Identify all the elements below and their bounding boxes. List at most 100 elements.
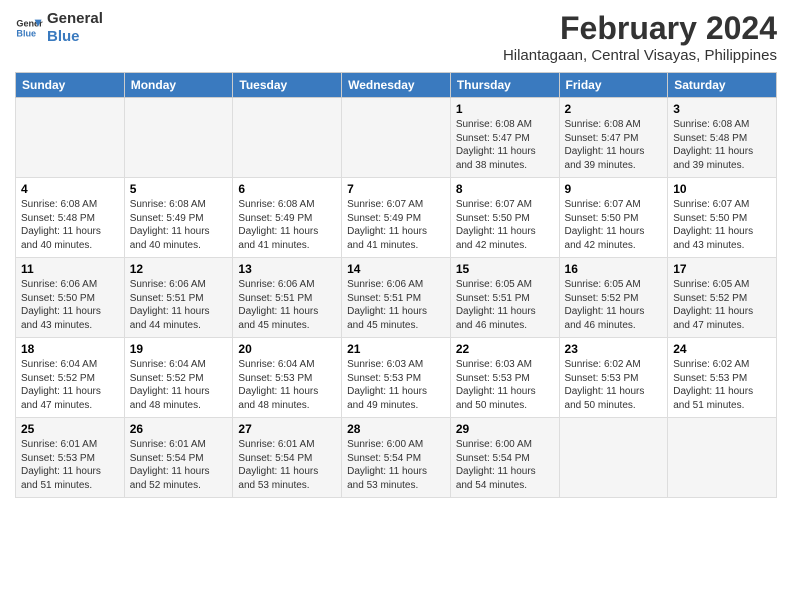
logo-wordmark: General Blue	[47, 10, 103, 46]
day-info: Sunrise: 6:06 AMSunset: 5:50 PMDaylight:…	[21, 278, 119, 332]
calendar-week-5: 25 Sunrise: 6:01 AMSunset: 5:53 PMDayligh…	[16, 418, 777, 498]
calendar-cell: 29 Sunrise: 6:00 AMSunset: 5:54 PMDayligh…	[450, 418, 559, 498]
day-number: 29	[456, 422, 554, 436]
day-number: 1	[456, 102, 554, 116]
day-info: Sunrise: 6:04 AMSunset: 5:52 PMDaylight:…	[21, 358, 119, 412]
day-number: 25	[21, 422, 119, 436]
day-info: Sunrise: 6:05 AMSunset: 5:51 PMDaylight:…	[456, 278, 554, 332]
day-info: Sunrise: 6:08 AMSunset: 5:49 PMDaylight:…	[130, 198, 228, 252]
calendar-cell: 3 Sunrise: 6:08 AMSunset: 5:48 PMDaylight…	[668, 98, 777, 178]
day-number: 15	[456, 262, 554, 276]
calendar-cell	[668, 418, 777, 498]
calendar-table: SundayMondayTuesdayWednesdayThursdayFrid…	[15, 72, 777, 498]
day-number: 23	[565, 342, 663, 356]
calendar-cell: 26Sunrise: 6:01 AMSunset: 5:54 PMDayligh…	[124, 418, 233, 498]
calendar-cell	[124, 98, 233, 178]
day-number: 20	[238, 342, 336, 356]
calendar-cell: 2 Sunrise: 6:08 AMSunset: 5:47 PMDaylight…	[559, 98, 668, 178]
calendar-cell: 14Sunrise: 6:06 AMSunset: 5:51 PMDayligh…	[342, 258, 451, 338]
calendar-cell: 23 Sunrise: 6:02 AMSunset: 5:53 PMDayligh…	[559, 338, 668, 418]
calendar-cell: 22Sunrise: 6:03 AMSunset: 5:53 PMDayligh…	[450, 338, 559, 418]
calendar-cell: 24 Sunrise: 6:02 AMSunset: 5:53 PMDayligh…	[668, 338, 777, 418]
day-info: Sunrise: 6:07 AMSunset: 5:50 PMDaylight:…	[673, 198, 771, 252]
day-info: Sunrise: 6:00 AMSunset: 5:54 PMDaylight:…	[456, 438, 554, 492]
day-info: Sunrise: 6:08 AMSunset: 5:47 PMDaylight:…	[456, 118, 554, 172]
calendar-cell: 15 Sunrise: 6:05 AMSunset: 5:51 PMDayligh…	[450, 258, 559, 338]
logo-icon: General Blue	[15, 14, 43, 42]
calendar-cell: 12 Sunrise: 6:06 AMSunset: 5:51 PMDayligh…	[124, 258, 233, 338]
day-number: 26	[130, 422, 228, 436]
day-info: Sunrise: 6:07 AMSunset: 5:49 PMDaylight:…	[347, 198, 445, 252]
calendar-cell: 21Sunrise: 6:03 AMSunset: 5:53 PMDayligh…	[342, 338, 451, 418]
calendar-cell: 13 Sunrise: 6:06 AMSunset: 5:51 PMDayligh…	[233, 258, 342, 338]
calendar-cell	[559, 418, 668, 498]
day-number: 27	[238, 422, 336, 436]
calendar-cell	[233, 98, 342, 178]
logo: General Blue General Blue	[15, 10, 103, 46]
calendar-cell: 27 Sunrise: 6:01 AMSunset: 5:54 PMDayligh…	[233, 418, 342, 498]
calendar-cell: 25 Sunrise: 6:01 AMSunset: 5:53 PMDayligh…	[16, 418, 125, 498]
svg-text:Blue: Blue	[16, 28, 36, 38]
day-info: Sunrise: 6:05 AMSunset: 5:52 PMDaylight:…	[673, 278, 771, 332]
subtitle: Hilantagaan, Central Visayas, Philippine…	[503, 47, 777, 64]
calendar-cell: 1 Sunrise: 6:08 AMSunset: 5:47 PMDaylight…	[450, 98, 559, 178]
day-number: 6	[238, 182, 336, 196]
day-header-sunday: Sunday	[16, 73, 125, 98]
day-info: Sunrise: 6:06 AMSunset: 5:51 PMDaylight:…	[347, 278, 445, 332]
day-number: 16	[565, 262, 663, 276]
day-number: 7	[347, 182, 445, 196]
day-info: Sunrise: 6:08 AMSunset: 5:49 PMDaylight:…	[238, 198, 336, 252]
day-info: Sunrise: 6:02 AMSunset: 5:53 PMDaylight:…	[565, 358, 663, 412]
calendar-cell: 28Sunrise: 6:00 AMSunset: 5:54 PMDayligh…	[342, 418, 451, 498]
calendar-cell: 7 Sunrise: 6:07 AMSunset: 5:49 PMDaylight…	[342, 178, 451, 258]
calendar-cell: 20 Sunrise: 6:04 AMSunset: 5:53 PMDayligh…	[233, 338, 342, 418]
day-number: 19	[130, 342, 228, 356]
day-number: 12	[130, 262, 228, 276]
day-info: Sunrise: 6:03 AMSunset: 5:53 PMDaylight:…	[456, 358, 554, 412]
calendar-cell: 5 Sunrise: 6:08 AMSunset: 5:49 PMDaylight…	[124, 178, 233, 258]
day-info: Sunrise: 6:06 AMSunset: 5:51 PMDaylight:…	[130, 278, 228, 332]
day-header-wednesday: Wednesday	[342, 73, 451, 98]
day-number: 5	[130, 182, 228, 196]
calendar-cell	[342, 98, 451, 178]
day-info: Sunrise: 6:01 AMSunset: 5:53 PMDaylight:…	[21, 438, 119, 492]
day-info: Sunrise: 6:05 AMSunset: 5:52 PMDaylight:…	[565, 278, 663, 332]
day-info: Sunrise: 6:02 AMSunset: 5:53 PMDaylight:…	[673, 358, 771, 412]
calendar-week-3: 11 Sunrise: 6:06 AMSunset: 5:50 PMDayligh…	[16, 258, 777, 338]
day-header-saturday: Saturday	[668, 73, 777, 98]
calendar-week-1: 1 Sunrise: 6:08 AMSunset: 5:47 PMDaylight…	[16, 98, 777, 178]
day-header-tuesday: Tuesday	[233, 73, 342, 98]
day-header-thursday: Thursday	[450, 73, 559, 98]
day-info: Sunrise: 6:04 AMSunset: 5:52 PMDaylight:…	[130, 358, 228, 412]
day-info: Sunrise: 6:06 AMSunset: 5:51 PMDaylight:…	[238, 278, 336, 332]
day-number: 9	[565, 182, 663, 196]
calendar-cell	[16, 98, 125, 178]
day-number: 3	[673, 102, 771, 116]
day-info: Sunrise: 6:01 AMSunset: 5:54 PMDaylight:…	[238, 438, 336, 492]
calendar-cell: 10 Sunrise: 6:07 AMSunset: 5:50 PMDayligh…	[668, 178, 777, 258]
day-number: 24	[673, 342, 771, 356]
calendar-cell: 19 Sunrise: 6:04 AMSunset: 5:52 PMDayligh…	[124, 338, 233, 418]
day-number: 17	[673, 262, 771, 276]
day-number: 11	[21, 262, 119, 276]
day-info: Sunrise: 6:08 AMSunset: 5:48 PMDaylight:…	[21, 198, 119, 252]
day-info: Sunrise: 6:04 AMSunset: 5:53 PMDaylight:…	[238, 358, 336, 412]
day-info: Sunrise: 6:08 AMSunset: 5:48 PMDaylight:…	[673, 118, 771, 172]
day-number: 2	[565, 102, 663, 116]
calendar-cell: 8Sunrise: 6:07 AMSunset: 5:50 PMDaylight…	[450, 178, 559, 258]
calendar-cell: 18 Sunrise: 6:04 AMSunset: 5:52 PMDayligh…	[16, 338, 125, 418]
day-number: 10	[673, 182, 771, 196]
day-header-monday: Monday	[124, 73, 233, 98]
day-number: 18	[21, 342, 119, 356]
calendar-week-2: 4 Sunrise: 6:08 AMSunset: 5:48 PMDaylight…	[16, 178, 777, 258]
calendar-cell: 17 Sunrise: 6:05 AMSunset: 5:52 PMDayligh…	[668, 258, 777, 338]
day-number: 21	[347, 342, 445, 356]
day-header-friday: Friday	[559, 73, 668, 98]
day-info: Sunrise: 6:08 AMSunset: 5:47 PMDaylight:…	[565, 118, 663, 172]
day-number: 13	[238, 262, 336, 276]
day-number: 28	[347, 422, 445, 436]
calendar-header-row: SundayMondayTuesdayWednesdayThursdayFrid…	[16, 73, 777, 98]
day-number: 4	[21, 182, 119, 196]
calendar-cell: 4 Sunrise: 6:08 AMSunset: 5:48 PMDaylight…	[16, 178, 125, 258]
day-number: 8	[456, 182, 554, 196]
